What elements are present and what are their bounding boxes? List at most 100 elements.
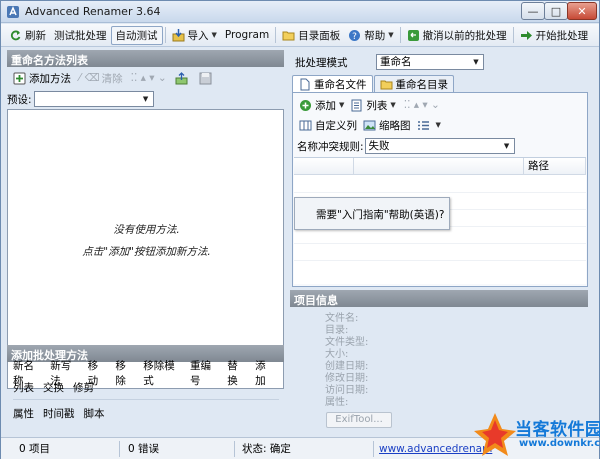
refresh-icon bbox=[10, 30, 21, 40]
thumbnails-button[interactable]: 缩略图 bbox=[359, 116, 415, 134]
view-options-button[interactable]: ▼ bbox=[415, 116, 443, 134]
view-list-icon bbox=[417, 120, 429, 130]
maximize-button[interactable]: □ bbox=[544, 2, 568, 20]
method-item[interactable]: 修剪 bbox=[73, 380, 94, 395]
method-item[interactable]: 添加 bbox=[255, 358, 274, 388]
method-item[interactable]: 移除 bbox=[115, 358, 134, 388]
file-move-tools: ⁚⁚ ▴ ▾ ⌄ bbox=[400, 96, 444, 114]
add-files-label: 添加 bbox=[315, 99, 336, 112]
method-item[interactable]: 交换 bbox=[43, 380, 64, 395]
help-button[interactable]: ? 帮助 ▼ bbox=[344, 26, 397, 45]
batch-mode-value: 重命名 bbox=[380, 56, 412, 68]
method-row: 新名称 新写法 移动 移除 移除模式 重编号 替换 添加 bbox=[13, 360, 283, 387]
add-files-button[interactable]: 添加 ▼ bbox=[297, 96, 346, 114]
watermark-logo-icon bbox=[474, 413, 516, 456]
method-item[interactable]: 替换 bbox=[227, 358, 246, 388]
status-state: 状态: 确定 bbox=[242, 443, 291, 455]
refresh-button[interactable]: 刷新 bbox=[5, 26, 50, 45]
main-toolbar: 刷新 测试批处理 自动测试 导入 ▼ Program 目录面板 ? 帮助 ▼ 撤… bbox=[1, 24, 599, 47]
start-batch-label: 开始批处理 bbox=[535, 29, 589, 42]
test-batch-label: 测试批处理 bbox=[54, 29, 107, 42]
column-header[interactable] bbox=[354, 158, 524, 175]
app-window: Advanced Renamer 3.64 — □ ✕ 刷新 测试批处理 自动测… bbox=[0, 0, 600, 459]
conflict-label: 名称冲突规则: bbox=[297, 140, 364, 153]
preset-select[interactable]: ▼ bbox=[33, 91, 154, 107]
dir-panel-label: 目录面板 bbox=[298, 29, 341, 42]
eraser-icon: ⌫ bbox=[84, 72, 100, 84]
toolbar-divider bbox=[164, 27, 166, 43]
method-item[interactable]: 移除模式 bbox=[143, 358, 181, 388]
watermark: 当客软件园 www.downkr.com bbox=[471, 409, 600, 459]
undo-batch-button[interactable]: 撤消以前的批处理 bbox=[403, 26, 511, 45]
chevron-down-icon: ▼ bbox=[211, 31, 217, 39]
import-label: 导入 bbox=[187, 29, 209, 42]
method-item[interactable]: 列表 bbox=[13, 380, 34, 395]
add-method-button[interactable]: 添加方法 bbox=[9, 69, 75, 87]
test-batch-button[interactable]: 测试批处理 bbox=[50, 26, 111, 45]
conflict-value: 失败 bbox=[368, 140, 390, 152]
status-divider bbox=[234, 441, 235, 457]
chevron-down-icon: ▼ bbox=[503, 142, 510, 150]
getting-started-tooltip[interactable]: 需要"入门指南"帮助(英语)? bbox=[294, 197, 450, 230]
move-icon: ⁚⁚ ▴ ▾ ⌄ bbox=[403, 99, 440, 111]
conflict-select[interactable]: 失败 ▼ bbox=[364, 138, 515, 154]
preset-row: 预设: ▼ bbox=[7, 90, 154, 108]
chevron-down-icon: ▼ bbox=[388, 31, 394, 39]
method-item[interactable]: 时间戳 bbox=[43, 406, 75, 421]
tab-rename-files[interactable]: 重命名文件 bbox=[292, 75, 373, 93]
save-preset-button[interactable] bbox=[195, 69, 219, 87]
method-grid: 新名称 新写法 移动 移除 移除模式 重编号 替换 添加 列表 交换 修剪 属性… bbox=[13, 360, 283, 421]
chevron-down-icon: ▼ bbox=[390, 101, 396, 109]
help-icon: ? bbox=[349, 29, 361, 42]
file-toolbar-row2: 自定义列 缩略图 ▼ bbox=[297, 116, 443, 134]
upload-icon bbox=[175, 71, 188, 84]
column-header[interactable] bbox=[294, 158, 354, 175]
status-divider bbox=[119, 441, 120, 457]
folder-icon bbox=[282, 31, 295, 40]
method-item[interactable]: 属性 bbox=[13, 406, 34, 421]
exiftool-button[interactable]: ExifTool... bbox=[326, 412, 392, 428]
method-item[interactable]: 脚本 bbox=[84, 406, 105, 421]
watermark-url: www.downkr.com bbox=[519, 438, 600, 449]
file-toolbar-row1: 添加 ▼ 列表 ▼ ⁚⁚ ▴ ▾ ⌄ bbox=[297, 96, 444, 114]
window-title: Advanced Renamer 3.64 bbox=[25, 5, 161, 18]
column-header-path[interactable]: 路径 bbox=[524, 158, 586, 175]
info-field: 目录: bbox=[325, 325, 349, 336]
start-batch-button[interactable]: 开始批处理 bbox=[516, 26, 593, 45]
empty-message-line2: 点击"添加"按钮添加新方法. bbox=[82, 246, 211, 258]
custom-columns-label: 自定义列 bbox=[315, 119, 357, 132]
tab-rename-folders[interactable]: 重命名目录 bbox=[373, 75, 454, 92]
minimize-button[interactable]: — bbox=[521, 2, 545, 20]
preset-label: 预设: bbox=[7, 93, 32, 106]
dir-panel-button[interactable]: 目录面板 bbox=[278, 26, 344, 45]
auto-test-label: 自动测试 bbox=[115, 29, 158, 42]
import-icon bbox=[172, 28, 184, 41]
row-line bbox=[294, 192, 586, 193]
clear-label: 清除 bbox=[101, 72, 123, 85]
import-button[interactable]: 导入 ▼ bbox=[168, 26, 221, 45]
custom-columns-button[interactable]: 自定义列 bbox=[297, 116, 359, 134]
tab-label: 重命名文件 bbox=[314, 79, 367, 91]
list-label: 列表 bbox=[366, 99, 388, 112]
method-list-header: 重命名方法列表 bbox=[7, 50, 284, 67]
batch-mode-select[interactable]: 重命名 ▼ bbox=[376, 54, 484, 70]
info-field: 属性: bbox=[325, 397, 349, 408]
file-icon bbox=[300, 78, 310, 91]
close-button[interactable]: ✕ bbox=[567, 2, 597, 20]
add-circle-icon bbox=[300, 99, 311, 111]
move-tools: ⁚⁚ ▴ ▾ ⌄ bbox=[127, 69, 171, 87]
toolbar-divider bbox=[275, 27, 277, 43]
info-field: 大小: bbox=[325, 349, 349, 360]
list-button[interactable]: 列表 ▼ bbox=[346, 96, 399, 114]
preset-save-button[interactable] bbox=[171, 69, 195, 87]
image-icon bbox=[363, 120, 376, 130]
clear-button[interactable]: ⁄ ⌫ 清除 bbox=[75, 69, 127, 87]
program-button[interactable]: Program bbox=[221, 26, 273, 45]
add-icon bbox=[13, 72, 26, 84]
method-item[interactable]: 重编号 bbox=[190, 358, 218, 388]
auto-test-toggle[interactable]: 自动测试 bbox=[110, 25, 163, 45]
save-icon bbox=[199, 72, 212, 84]
help-label: 帮助 bbox=[364, 29, 386, 42]
thumbnails-label: 缩略图 bbox=[379, 119, 411, 132]
conflict-row: 名称冲突规则: 失败 ▼ bbox=[297, 137, 515, 155]
